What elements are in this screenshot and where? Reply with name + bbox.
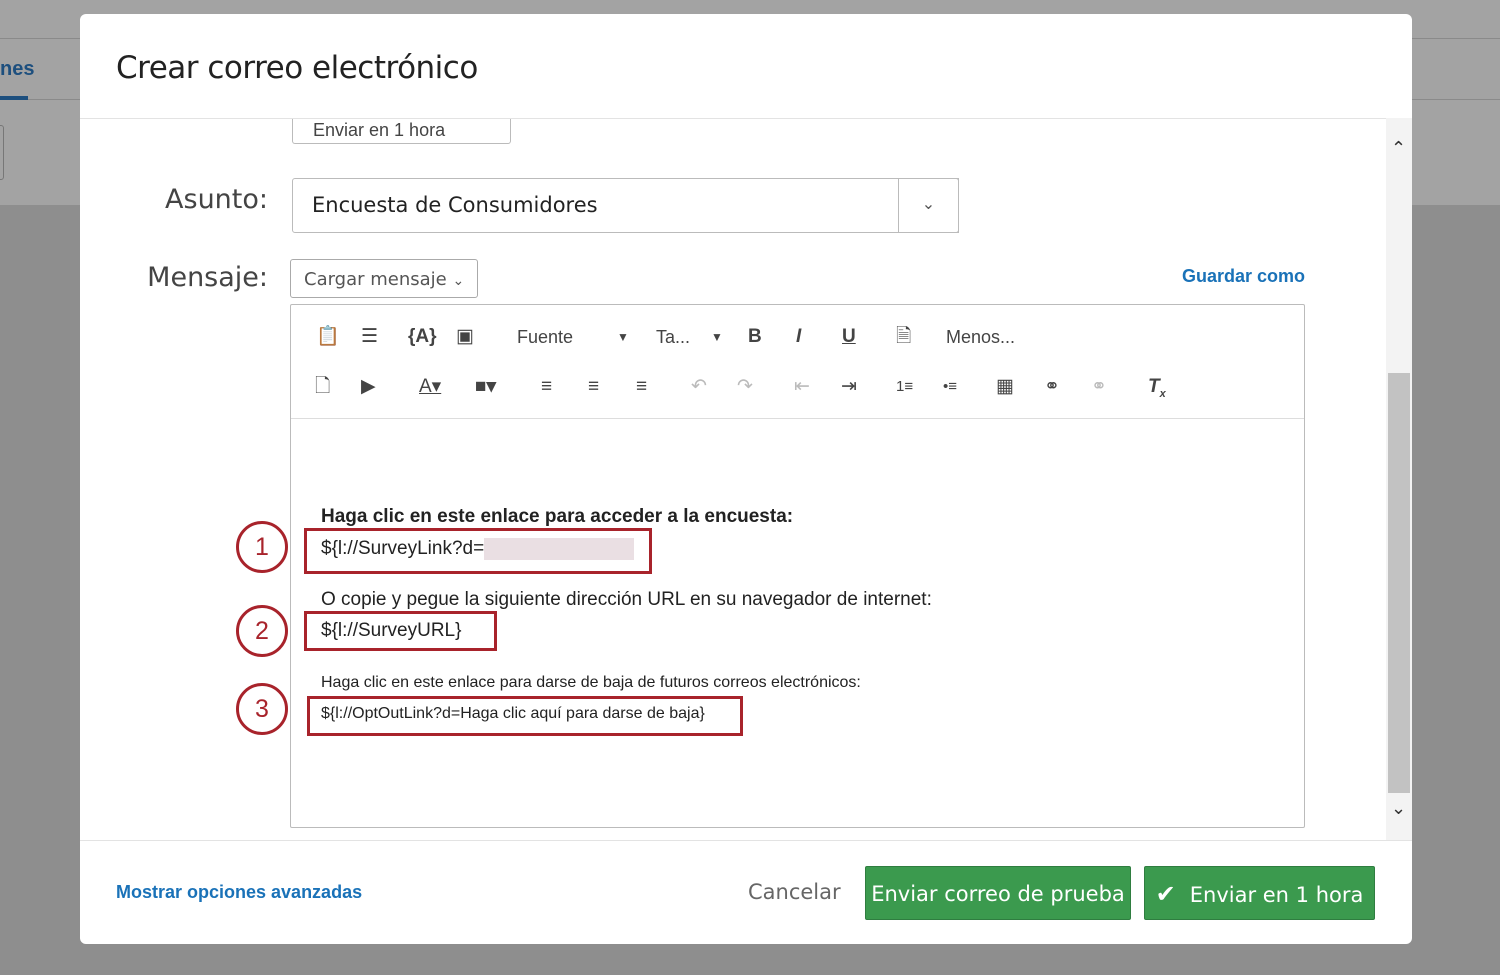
message-label: Mensaje: — [147, 262, 268, 293]
send-time-value: Enviar en 1 hora — [313, 120, 446, 140]
source-icon[interactable]: 🗎 — [896, 325, 911, 349]
send-button-label: Enviar en 1 hora — [1189, 883, 1364, 907]
text-color-icon[interactable]: A▾ — [419, 375, 441, 399]
scroll-down-icon[interactable]: ⌄ — [1391, 798, 1406, 819]
font-select[interactable]: Fuente — [517, 325, 573, 349]
subject-input[interactable]: Encuesta de Consumidores — [292, 178, 959, 233]
opt-out-intro: Haga clic en este enlace para darse de b… — [321, 674, 861, 691]
send-button[interactable]: ✔ Enviar en 1 hora — [1144, 866, 1375, 920]
outdent-icon[interactable]: ⇤ — [794, 375, 810, 399]
subject-value: Encuesta de Consumidores — [312, 193, 598, 217]
background-color-icon[interactable]: ■▾ — [475, 375, 496, 399]
table-icon[interactable]: ▦ — [996, 375, 1014, 399]
callout-box-2 — [304, 611, 497, 651]
create-email-modal: Crear correo electrónico Enviar en 1 hor… — [80, 14, 1412, 944]
image-icon[interactable]: ▣ — [456, 325, 474, 349]
callout-box-1 — [304, 528, 652, 574]
url-intro: O copie y pegue la siguiente dirección U… — [321, 589, 932, 610]
editor-toolbar: 📋 ☰ {A} ▣ Fuente ▼ Ta... ▼ B I U 🗎 Menos… — [291, 305, 1304, 419]
scrollbar[interactable]: ⌃ ⌄ — [1386, 118, 1412, 840]
callout-number-3: 3 — [236, 683, 288, 735]
load-message-dropdown[interactable]: Cargar mensaje ⌄ — [290, 259, 478, 298]
callout-box-3 — [307, 696, 743, 736]
bold-icon[interactable]: B — [748, 325, 762, 349]
cancel-button[interactable]: Cancelar — [748, 880, 841, 904]
caret-down-icon: ▼ — [617, 330, 629, 344]
paste-icon[interactable]: 📋 — [316, 325, 340, 349]
clear-format-icon[interactable]: Tx — [1148, 375, 1166, 406]
callout-number-1: 1 — [236, 521, 288, 573]
scroll-up-icon[interactable]: ⌃ — [1391, 138, 1406, 159]
callout-number-2: 2 — [236, 605, 288, 657]
footer-divider — [80, 840, 1412, 841]
align-right-icon[interactable]: ≡ — [636, 375, 647, 399]
media-icon[interactable]: ▶ — [361, 375, 376, 399]
unlink-icon[interactable]: ⚭ — [1091, 375, 1107, 399]
italic-icon[interactable]: I — [796, 325, 801, 349]
send-time-select[interactable]: Enviar en 1 hora — [292, 119, 511, 144]
scrollbar-thumb[interactable] — [1388, 373, 1410, 793]
subject-label: Asunto: — [165, 184, 268, 215]
tab-underline — [0, 96, 28, 100]
bullet-list-icon[interactable]: •≡ — [943, 375, 957, 399]
align-center-icon[interactable]: ≡ — [588, 375, 599, 399]
list-icon[interactable]: ☰ — [361, 325, 378, 349]
background-tab: nes — [0, 58, 35, 80]
undo-icon[interactable]: ↶ — [691, 375, 707, 399]
piped-text-icon[interactable]: {A} — [408, 325, 437, 349]
link-icon[interactable]: ⚭ — [1044, 375, 1060, 399]
send-test-email-button[interactable]: Enviar correo de prueba — [865, 866, 1131, 920]
load-message-label: Cargar mensaje — [304, 269, 447, 290]
save-as-link[interactable]: Guardar como — [1182, 266, 1305, 287]
background-box — [0, 125, 4, 180]
subject-dropdown-button[interactable]: ⌄ — [898, 178, 959, 233]
less-button[interactable]: Menos... — [946, 325, 1015, 349]
indent-icon[interactable]: ⇥ — [841, 375, 857, 399]
checkmark-icon: ✔ — [1155, 880, 1176, 908]
numbered-list-icon[interactable]: 1≡ — [896, 375, 913, 399]
size-select[interactable]: Ta... — [656, 325, 690, 349]
chevron-down-icon: ⌄ — [921, 196, 936, 213]
new-document-icon[interactable]: 🗋 — [315, 375, 330, 399]
redo-icon[interactable]: ↷ — [737, 375, 753, 399]
caret-down-icon: ▼ — [711, 330, 723, 344]
underline-icon[interactable]: U — [842, 325, 856, 349]
divider — [80, 118, 1412, 119]
advanced-options-link[interactable]: Mostrar opciones avanzadas — [116, 882, 362, 903]
align-left-icon[interactable]: ≡ — [541, 375, 552, 399]
modal-title: Crear correo electrónico — [116, 50, 478, 86]
survey-link-intro: Haga clic en este enlace para acceder a … — [321, 506, 794, 527]
chevron-down-icon: ⌄ — [452, 273, 465, 289]
